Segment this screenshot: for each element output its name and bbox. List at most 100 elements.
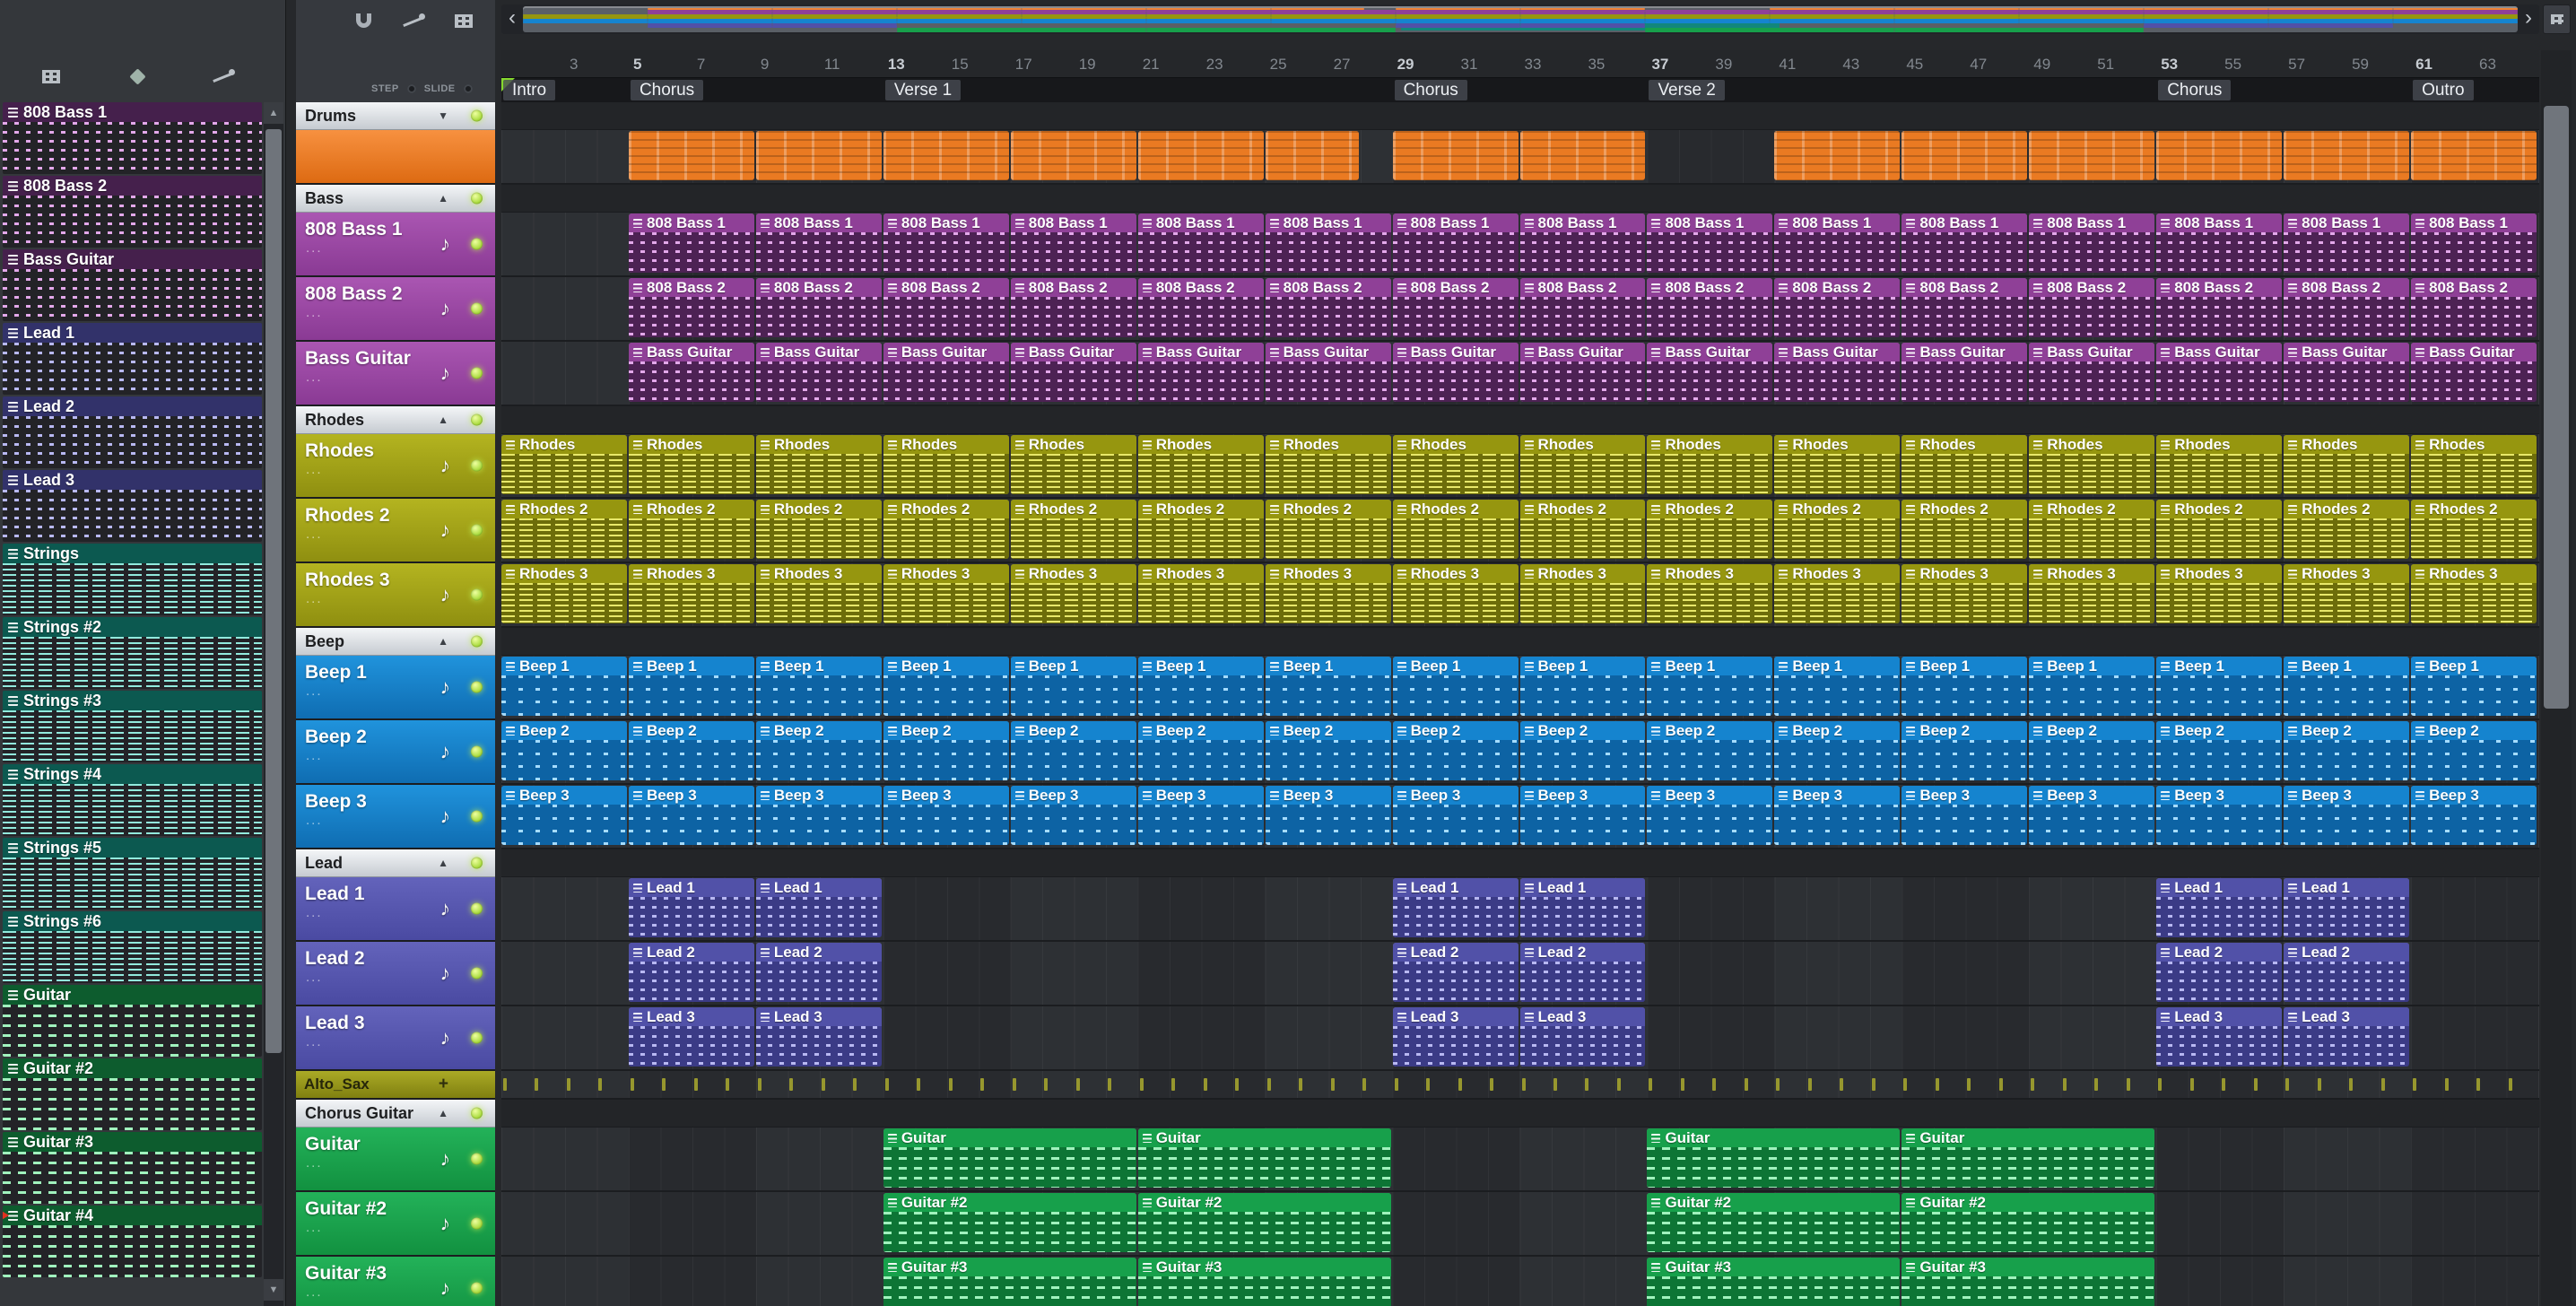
collapse-arrow-down-icon[interactable]: ▼ xyxy=(438,109,448,122)
pattern-clip[interactable] xyxy=(755,131,882,180)
pattern-item[interactable]: Lead 2 xyxy=(3,396,262,468)
pattern-clip[interactable]: Rhodes 3 xyxy=(883,564,1009,623)
pattern-clip[interactable] xyxy=(1902,131,2028,180)
pattern-clip[interactable]: Guitar #3 xyxy=(1647,1258,1901,1306)
pattern-clip[interactable]: Lead 1 xyxy=(628,878,754,937)
playlist-grid[interactable]: 808 Bass 1 808 Bass 1 808 Bass 1 808 Bass 1… xyxy=(501,102,2539,1306)
pattern-clip[interactable] xyxy=(2156,131,2283,180)
slide-led[interactable] xyxy=(463,84,473,93)
pattern-clip[interactable]: Rhodes xyxy=(2156,435,2283,494)
pattern-clip[interactable]: Lead 3 xyxy=(1392,1007,1519,1067)
pattern-clip[interactable]: Bass Guitar xyxy=(1392,343,1519,402)
pattern-clip[interactable]: Beep 2 xyxy=(755,721,882,780)
pattern-item[interactable]: Strings #6 xyxy=(3,911,262,983)
pattern-clip[interactable] xyxy=(1392,131,1519,180)
pattern-clip[interactable]: Lead 1 xyxy=(2156,878,2283,937)
pattern-item[interactable]: Lead 1 xyxy=(3,323,262,395)
track-header[interactable]: Beep 3... ♪ xyxy=(296,785,495,849)
pattern-clip[interactable]: Bass Guitar xyxy=(2284,343,2410,402)
pattern-clip[interactable]: Guitar xyxy=(1647,1128,1901,1188)
pattern-clip[interactable]: 808 Bass 1 xyxy=(1774,213,1901,273)
track-header[interactable]: Guitar... ♪ xyxy=(296,1128,495,1192)
pattern-clip[interactable]: 808 Bass 1 xyxy=(1010,213,1136,273)
pattern-scrollbar-thumb[interactable] xyxy=(265,129,282,1053)
track-mute-led[interactable] xyxy=(471,1217,483,1230)
pattern-clip[interactable]: Beep 2 xyxy=(1137,721,1264,780)
pattern-clip[interactable]: Rhodes 2 xyxy=(1265,500,1391,559)
pattern-clip[interactable]: Bass Guitar xyxy=(2029,343,2155,402)
pattern-clip[interactable]: Bass Guitar xyxy=(1265,343,1391,402)
pattern-clip[interactable]: Rhodes 2 xyxy=(883,500,1009,559)
pattern-clip[interactable]: Lead 2 xyxy=(1519,943,1646,1002)
pattern-clip[interactable]: Bass Guitar xyxy=(755,343,882,402)
pattern-clip[interactable]: 808 Bass 1 xyxy=(2284,213,2410,273)
pattern-clip[interactable]: Rhodes 3 xyxy=(1647,564,1773,623)
pattern-clip[interactable]: Guitar xyxy=(883,1128,1136,1188)
pattern-clip[interactable]: 808 Bass 2 xyxy=(1774,278,1901,337)
pattern-clip[interactable]: Beep 1 xyxy=(501,657,627,716)
vertical-scrollbar-thumb[interactable] xyxy=(2544,106,2569,709)
pattern-clip[interactable]: Rhodes 3 xyxy=(1137,564,1264,623)
track-header[interactable]: 808 Bass 2... ♪ xyxy=(296,277,495,342)
collapse-arrow-up-icon[interactable]: ▲ xyxy=(438,192,448,205)
pattern-clip[interactable]: Beep 2 xyxy=(1647,721,1773,780)
pattern-clip[interactable]: Rhodes 2 xyxy=(1774,500,1901,559)
track-group-header[interactable]: Chorus Guitar ▲ xyxy=(296,1100,495,1128)
pattern-item[interactable]: Strings #4 xyxy=(3,764,262,836)
pattern-item[interactable]: Guitar #3 xyxy=(3,1132,262,1204)
pattern-clip[interactable]: Lead 2 xyxy=(2284,943,2410,1002)
pattern-clip[interactable]: Rhodes xyxy=(2411,435,2537,494)
pattern-clip[interactable]: Rhodes xyxy=(755,435,882,494)
pattern-clip[interactable] xyxy=(2029,131,2155,180)
pattern-clip[interactable]: Beep 1 xyxy=(628,657,754,716)
pattern-clip[interactable]: 808 Bass 2 xyxy=(1137,278,1264,337)
pattern-clip[interactable]: Rhodes 3 xyxy=(501,564,627,623)
pattern-clip[interactable]: Beep 1 xyxy=(2029,657,2155,716)
pattern-clip[interactable]: 808 Bass 2 xyxy=(2029,278,2155,337)
pattern-clip[interactable]: Lead 1 xyxy=(1519,878,1646,937)
pattern-clip[interactable]: Bass Guitar xyxy=(628,343,754,402)
move-track-icon[interactable]: + xyxy=(439,1075,448,1094)
overview-range-thumb[interactable] xyxy=(523,6,2518,32)
pattern-clip[interactable]: Bass Guitar xyxy=(2411,343,2537,402)
pattern-clip[interactable] xyxy=(2411,131,2537,180)
pattern-clip[interactable]: Rhodes 2 xyxy=(501,500,627,559)
pattern-clip[interactable]: Bass Guitar xyxy=(1010,343,1136,402)
audio-wave-icon[interactable] xyxy=(124,63,151,90)
pattern-clip[interactable]: Beep 2 xyxy=(2029,721,2155,780)
steps-grid-icon[interactable] xyxy=(38,63,65,90)
pattern-clip[interactable]: Beep 3 xyxy=(628,786,754,845)
playlist-vertical-scrollbar[interactable] xyxy=(2541,50,2572,1306)
pattern-clip[interactable]: Lead 2 xyxy=(1392,943,1519,1002)
pattern-clip[interactable]: Rhodes 2 xyxy=(628,500,754,559)
track-mute-led[interactable] xyxy=(471,745,483,758)
pattern-clip[interactable] xyxy=(2284,131,2410,180)
pattern-clip[interactable]: 808 Bass 1 xyxy=(2156,213,2283,273)
track-mute-led[interactable] xyxy=(471,1153,483,1165)
pattern-item[interactable]: Strings #2 xyxy=(3,617,262,689)
pattern-clip[interactable]: Rhodes 2 xyxy=(755,500,882,559)
track-header[interactable]: Guitar #2... ♪ xyxy=(296,1192,495,1257)
pattern-clip[interactable]: Rhodes 2 xyxy=(2029,500,2155,559)
pattern-clip[interactable]: Rhodes xyxy=(1392,435,1519,494)
pattern-clip[interactable]: 808 Bass 2 xyxy=(755,278,882,337)
timeline-ruler[interactable]: 3 5 7 9 11 13 15 17 19 21 23 25 27 29 31 33 35 37 39 41 43 45… xyxy=(501,50,2539,78)
pattern-clip[interactable] xyxy=(628,131,754,180)
pattern-clip[interactable]: Guitar #3 xyxy=(1902,1258,2155,1306)
pattern-clip[interactable]: Rhodes 2 xyxy=(1519,500,1646,559)
pattern-item[interactable]: 808 Bass 1 xyxy=(3,102,262,174)
pattern-clip[interactable]: Beep 2 xyxy=(1902,721,2028,780)
pattern-item[interactable]: 808 Bass 2 xyxy=(3,176,262,248)
section-marker[interactable]: Verse 1 xyxy=(884,80,962,100)
pattern-clip[interactable]: 808 Bass 2 xyxy=(628,278,754,337)
pattern-list-scrollbar[interactable] xyxy=(264,102,283,1306)
pattern-clip[interactable]: Beep 2 xyxy=(1519,721,1646,780)
pattern-clip[interactable]: Beep 1 xyxy=(2156,657,2283,716)
pattern-clip[interactable]: Beep 3 xyxy=(2156,786,2283,845)
section-marker[interactable]: Chorus xyxy=(2158,80,2232,100)
pattern-clip[interactable]: Rhodes 3 xyxy=(755,564,882,623)
scroll-right-icon[interactable] xyxy=(2518,4,2539,34)
pattern-clip[interactable]: Lead 3 xyxy=(755,1007,882,1067)
pattern-clip[interactable]: Guitar #2 xyxy=(1902,1193,2155,1252)
pattern-clip[interactable]: Rhodes 2 xyxy=(1392,500,1519,559)
